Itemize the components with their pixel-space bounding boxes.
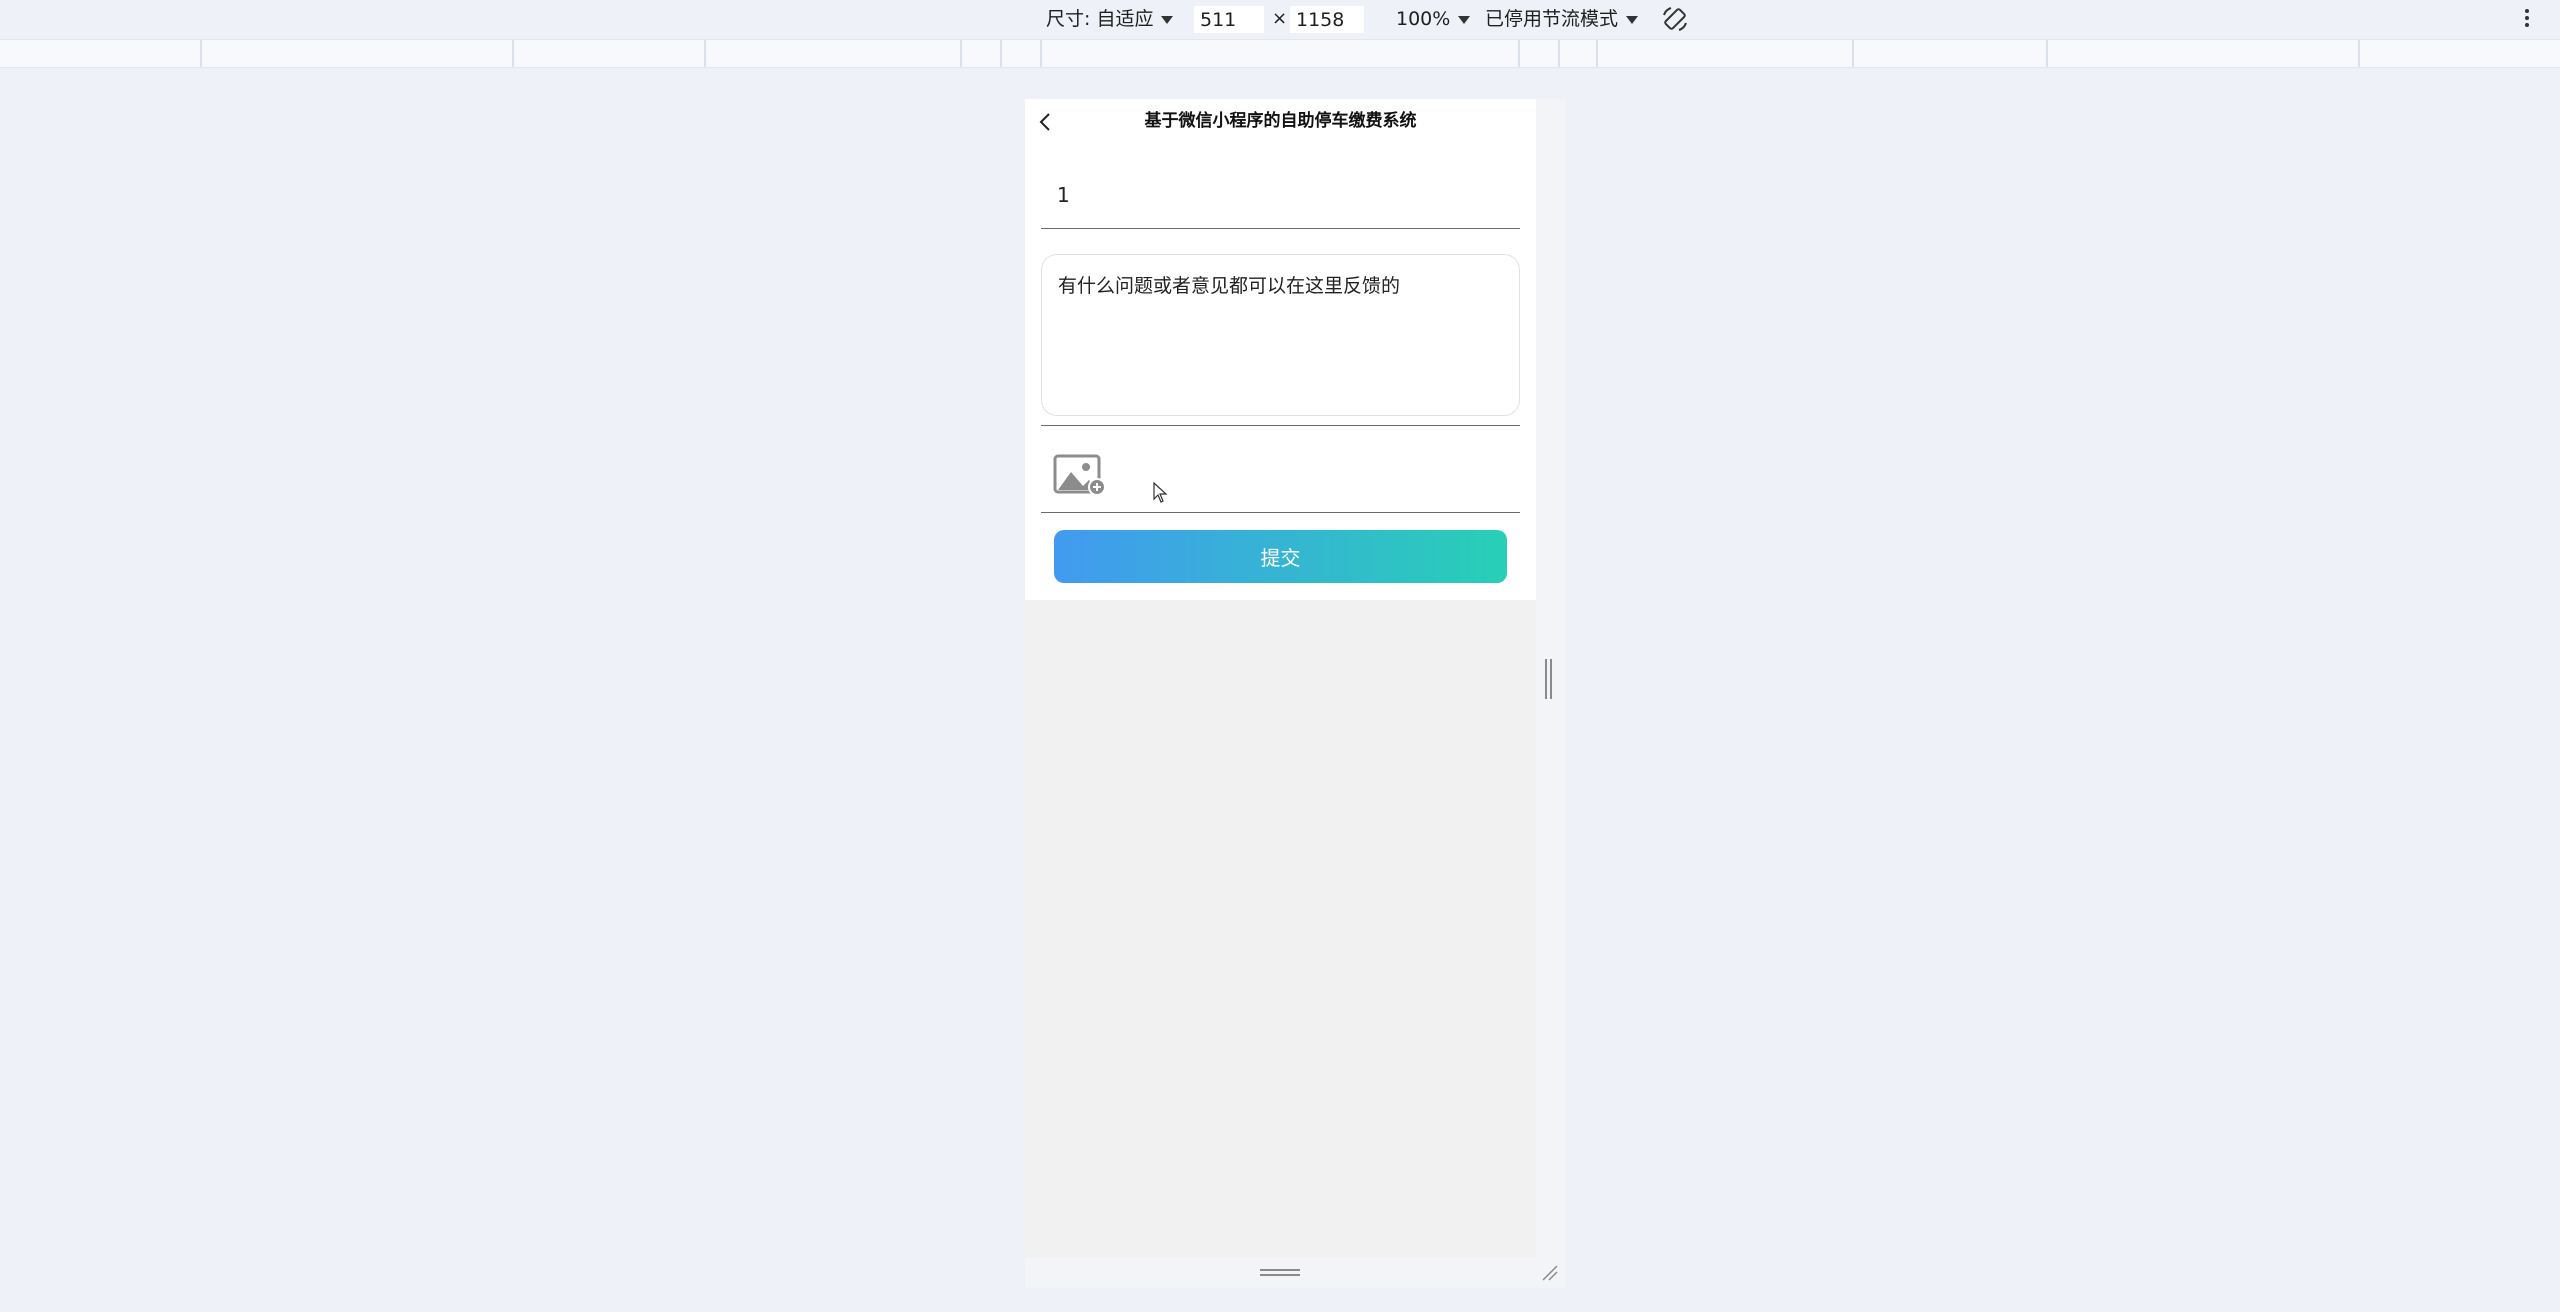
image-add-icon[interactable] xyxy=(1053,454,1107,496)
height-input[interactable] xyxy=(1290,6,1364,33)
caret-down-icon xyxy=(1626,15,1639,24)
rotate-icon[interactable] xyxy=(1660,4,1690,34)
media-query-bar[interactable] xyxy=(0,39,2560,68)
resize-handle-right[interactable] xyxy=(1545,659,1553,699)
width-input[interactable] xyxy=(1194,6,1264,33)
resize-handle-bottom[interactable] xyxy=(1260,1268,1300,1278)
resize-handle-corner[interactable] xyxy=(1541,1264,1559,1282)
page-title: 基于微信小程序的自助停车缴费系统 xyxy=(1144,111,1417,131)
times-symbol: × xyxy=(1272,8,1288,29)
throttle-dropdown[interactable]: 已停用节流模式 xyxy=(1485,5,1639,33)
caret-down-icon xyxy=(1458,15,1471,24)
caret-down-icon xyxy=(1161,15,1174,24)
image-upload-row xyxy=(1041,426,1520,513)
content-textarea[interactable]: 有什么问题或者意见都可以在这里反馈的 xyxy=(1041,254,1520,416)
content-field: 有什么问题或者意见都可以在这里反馈的 xyxy=(1041,254,1520,426)
navigation-bar: 基于微信小程序的自助停车缴费系统 xyxy=(1025,99,1536,143)
dimensions-dropdown[interactable]: 尺寸: 自适应 xyxy=(1046,5,1174,33)
title-input[interactable] xyxy=(1041,161,1520,229)
throttle-label: 已停用节流模式 xyxy=(1485,8,1619,30)
device-toolbar: 尺寸: 自适应 × 100% 已停用节流模式 xyxy=(0,0,2560,39)
device-viewport: 基于微信小程序的自助停车缴费系统 有什么问题或者意见都可以在这里反馈的 提交 xyxy=(1025,99,1536,1257)
chevron-left-icon[interactable] xyxy=(1033,109,1059,135)
dimensions-label: 尺寸: 自适应 xyxy=(1046,8,1154,30)
feedback-form: 有什么问题或者意见都可以在这里反馈的 提交 xyxy=(1025,143,1536,600)
submit-button[interactable]: 提交 xyxy=(1054,530,1507,583)
zoom-label: 100% xyxy=(1396,8,1451,30)
more-options-icon[interactable] xyxy=(2521,6,2533,32)
zoom-dropdown[interactable]: 100% xyxy=(1396,5,1471,33)
